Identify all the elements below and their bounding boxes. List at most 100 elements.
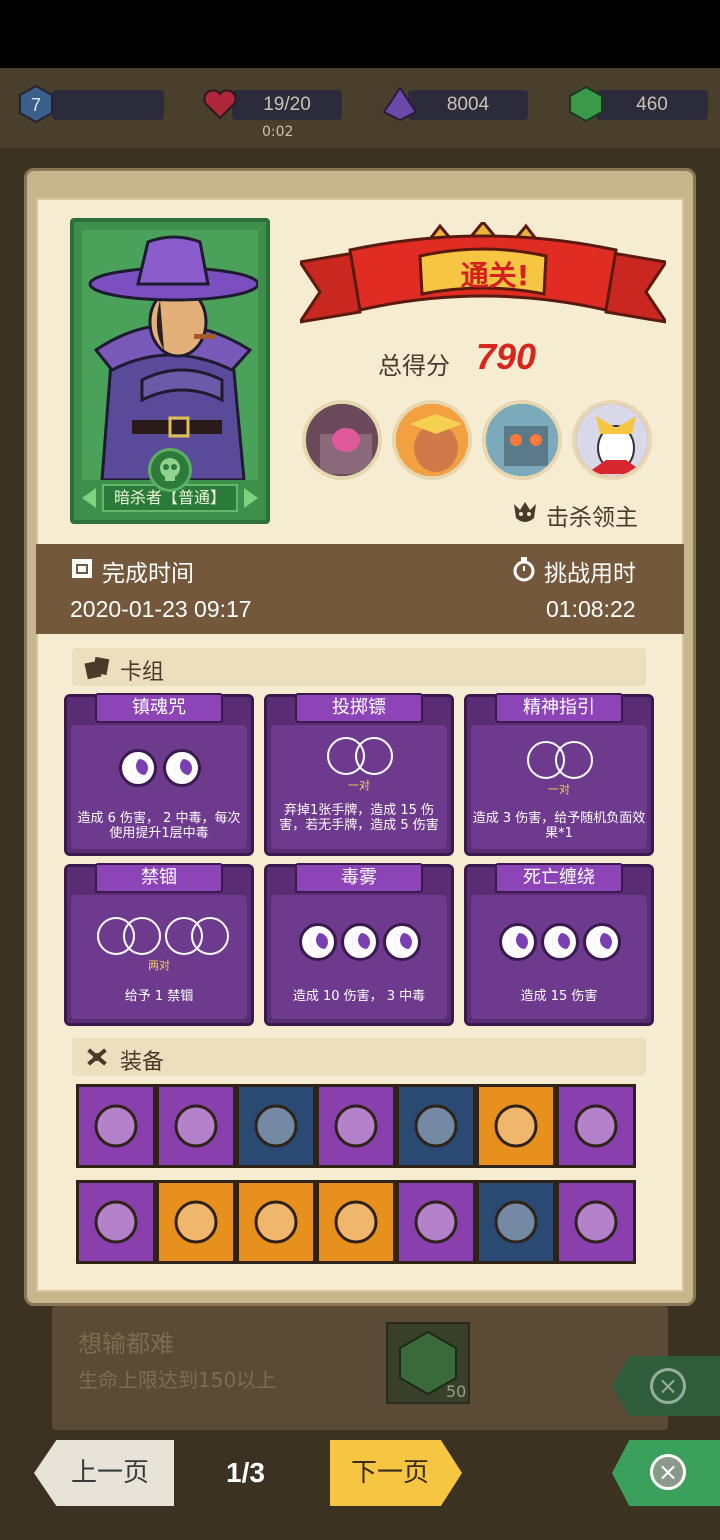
card-description: 造成 3 伤害，给予随机负面效果*1	[472, 811, 646, 841]
close-icon: ×	[650, 1368, 686, 1404]
hero-portrait	[82, 230, 258, 480]
gem-display: 460	[596, 90, 708, 120]
prev-page-button[interactable]: 上一页	[34, 1440, 174, 1506]
page-indicator: 1/3	[226, 1457, 265, 1488]
assassin-portrait-image	[82, 230, 258, 480]
card-title: 投掷镖	[295, 693, 423, 723]
card-title: 精神指引	[495, 693, 623, 723]
skill-card[interactable]: 禁锢 两对 给予 1 禁锢	[64, 863, 254, 1026]
top-stats-bar: 7 19/20 8004 460 0:02	[0, 68, 720, 148]
skull-badge-icon	[148, 448, 192, 492]
open-chest-icon[interactable]	[396, 1084, 476, 1168]
moon-orb-icon	[583, 923, 621, 961]
equipment-section-header: 装备	[72, 1038, 646, 1076]
reward-amount: 50	[446, 1382, 467, 1401]
boss-portrait-4[interactable]	[572, 400, 652, 480]
moon-orb-icon	[341, 923, 379, 961]
card-title: 毒雾	[295, 863, 423, 893]
level-bar	[52, 90, 164, 120]
card-subtitle: 一对	[548, 783, 570, 796]
empty-ring-icon	[123, 917, 161, 955]
green-dice-icon	[569, 85, 603, 123]
glove-icon[interactable]	[156, 1084, 236, 1168]
status-bar	[0, 0, 720, 68]
boss-portrait-2[interactable]	[392, 400, 472, 480]
level-hexagon-icon: 7	[19, 84, 53, 124]
top-hat-icon[interactable]	[236, 1084, 316, 1168]
card-description: 弃掉1张手牌，造成 15 伤害，若无手牌，造成 5 伤害	[279, 803, 439, 833]
chain-icon[interactable]	[316, 1084, 396, 1168]
scroll-icon[interactable]	[76, 1180, 156, 1264]
moon-orb-icon	[499, 923, 537, 961]
green-gem-icon[interactable]	[476, 1180, 556, 1264]
crystal-value: 8004	[446, 94, 490, 115]
skill-card[interactable]: 精神指引 一对 造成 3 伤害，给予随机负面效果*1	[464, 693, 654, 856]
moon-orb-icon	[163, 749, 201, 787]
pink-gem-icon[interactable]	[556, 1084, 636, 1168]
skill-card[interactable]: 投掷镖 一对 弃掉1张手牌，造成 15 伤害，若无手牌，造成 5 伤害	[264, 693, 454, 856]
cards-icon	[84, 656, 110, 680]
finish-time-label: 完成时间	[102, 561, 194, 587]
card-description: 造成 15 伤害	[520, 989, 598, 1004]
stopwatch-icon	[513, 557, 535, 582]
moon-orb-icon	[119, 749, 157, 787]
moon-orb-icon	[541, 923, 579, 961]
duration-label: 挑战用时	[544, 561, 636, 587]
calendar-icon	[72, 559, 92, 578]
claw-blade-icon[interactable]	[76, 1084, 156, 1168]
lord-helmet-icon	[514, 502, 536, 522]
boss-portrait-1[interactable]	[302, 400, 382, 480]
purple-crystal-icon	[382, 86, 418, 122]
deck-section-header: 卡组	[72, 648, 646, 686]
moon-orb-icon	[383, 923, 421, 961]
skill-card[interactable]: 镇魂咒 造成 6 伤害， 2 中毒，每次使用提升1层中毒	[64, 693, 254, 856]
card-subtitle: 一对	[348, 779, 370, 792]
empty-ring-icon	[355, 737, 393, 775]
empty-ring-icon	[555, 741, 593, 779]
card-title: 禁锢	[95, 863, 223, 893]
card-description: 给予 1 禁锢	[124, 989, 194, 1004]
achievement-title: 想输都难	[78, 1330, 174, 1358]
skull-crystal-icon[interactable]	[316, 1180, 396, 1264]
hp-display: 19/20	[232, 90, 342, 120]
next-page-button[interactable]: 下一页	[330, 1440, 462, 1506]
card-subtitle: 两对	[148, 959, 170, 972]
close-icon: ×	[650, 1454, 686, 1490]
skill-card[interactable]: 死亡缠绕 造成 15 伤害	[464, 863, 654, 1026]
spiked-collar-icon[interactable]	[156, 1180, 236, 1264]
deck-title: 卡组	[120, 660, 165, 685]
moon-orb-icon	[299, 923, 337, 961]
score-label: 总得分	[378, 352, 450, 380]
background-close-tab: ×	[612, 1356, 720, 1416]
timer-text: 0:02	[262, 124, 294, 140]
card-description: 造成 10 伤害， 3 中毒	[292, 989, 426, 1004]
close-button[interactable]: ×	[612, 1440, 720, 1506]
heart-icon	[203, 89, 237, 120]
duration-value: 01:08:22	[546, 596, 636, 622]
hp-value: 19/20	[263, 94, 311, 115]
skill-card[interactable]: 毒雾 造成 10 伤害， 3 中毒	[264, 863, 454, 1026]
crystal-display: 8004	[408, 90, 528, 120]
svg-text:7: 7	[31, 95, 41, 115]
gem-value: 460	[636, 94, 668, 115]
card-title: 死亡缠绕	[495, 863, 623, 893]
score-value: 790	[476, 336, 537, 377]
moon-stone-icon[interactable]	[236, 1180, 316, 1264]
potion-flask-icon[interactable]	[476, 1084, 556, 1168]
hero-card[interactable]: 暗杀者【普通】	[70, 218, 270, 524]
card-title: 镇魂咒	[95, 693, 223, 723]
next-hero-arrow-icon[interactable]	[244, 488, 258, 508]
empty-ring-icon	[191, 917, 229, 955]
achievement-subtitle: 生命上限达到150以上	[78, 1368, 277, 1392]
boot-icon[interactable]	[396, 1180, 476, 1264]
prev-hero-arrow-icon[interactable]	[82, 488, 96, 508]
boss-portrait-3[interactable]	[482, 400, 562, 480]
finish-time-value: 2020-01-23 09:17	[70, 596, 252, 622]
bone-gear-icon	[87, 1048, 107, 1066]
equipment-title: 装备	[120, 1050, 165, 1075]
victory-text: 通关!	[460, 259, 530, 292]
kill-lord-label: 击杀领主	[546, 505, 638, 531]
slime-splat-icon[interactable]	[556, 1180, 636, 1264]
time-info-bar: 完成时间 2020-01-23 09:17 挑战用时 01:08:22	[36, 544, 684, 634]
card-description: 造成 6 伤害， 2 中毒，每次使用提升1层中毒	[77, 811, 241, 841]
